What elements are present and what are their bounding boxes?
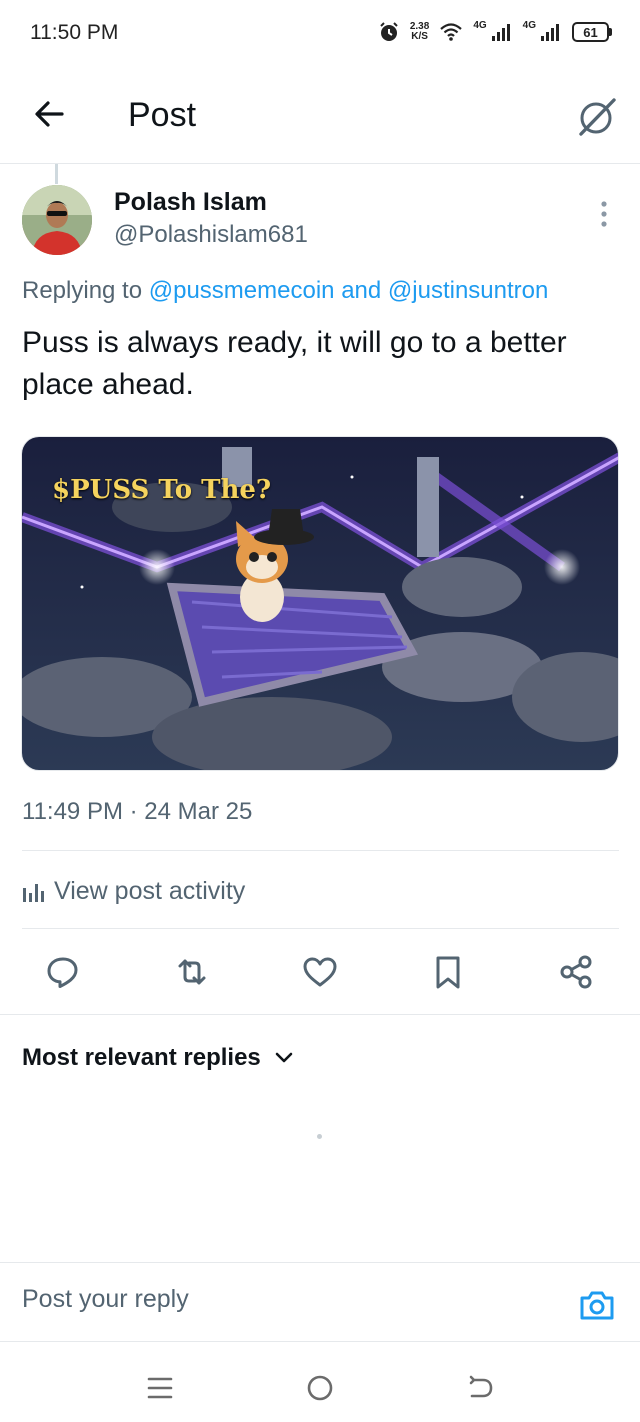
header: Post — [0, 64, 640, 164]
repost-button[interactable] — [174, 954, 210, 990]
alarm-icon — [380, 22, 398, 41]
signal-2-icon — [541, 24, 559, 41]
reply-composer — [0, 1262, 640, 1342]
share-button[interactable] — [558, 954, 594, 990]
replying-to: Replying to @pussmemecoin and @justinsun… — [22, 277, 548, 305]
net-speed-unit: K/S — [411, 31, 428, 42]
status-bar: 11:50 PM 2.38 K/S 4G 4G 61 — [0, 0, 640, 64]
post-timestamp: 11:49 PM · 24 Mar 25 — [22, 798, 253, 825]
mention-link-1[interactable]: @pussmemecoin — [149, 277, 335, 304]
avatar[interactable] — [22, 185, 92, 255]
menu-icon — [147, 1377, 173, 1399]
home-button[interactable] — [304, 1372, 336, 1404]
status-icons: 2.38 K/S 4G 4G 61 — [378, 18, 612, 46]
bar-chart-icon — [23, 884, 44, 902]
post-image[interactable]: $PUSS To The? — [21, 436, 619, 771]
mention-link-2[interactable]: @justinsuntron — [388, 277, 548, 304]
reply-button[interactable] — [45, 954, 81, 990]
status-time: 11:50 PM — [30, 21, 119, 44]
activity-label: View post activity — [54, 876, 246, 905]
media-caption: $PUSS To The? — [52, 475, 272, 505]
replies-sort-label: Most relevant replies — [22, 1044, 261, 1071]
bookmark-icon — [436, 956, 460, 989]
repost-icon — [178, 959, 206, 985]
signal-1-icon — [491, 24, 510, 41]
view-post-activity-link[interactable]: View post activity — [22, 874, 245, 908]
wifi-icon — [440, 23, 463, 41]
recents-button[interactable] — [144, 1372, 176, 1404]
divider — [22, 928, 619, 929]
grok-slash-icon — [579, 98, 616, 136]
arrow-left-icon — [35, 101, 64, 127]
signal-1-tag: 4G — [473, 19, 487, 31]
heart-icon — [303, 957, 337, 987]
home-circle-icon — [307, 1375, 333, 1401]
net-speed: 2.38 K/S — [410, 22, 429, 42]
back-button[interactable] — [30, 94, 70, 134]
divider — [22, 850, 619, 851]
battery-icon: 61 — [572, 22, 612, 42]
page-title: Post — [128, 96, 197, 134]
more-vertical-icon — [601, 201, 607, 227]
loading-indicator — [317, 1134, 322, 1139]
battery-level: 61 — [583, 24, 598, 40]
post-text: Puss is always ready, it will go to a be… — [22, 326, 567, 401]
author-name[interactable]: Polash Islam — [114, 188, 267, 217]
more-options-button[interactable] — [594, 198, 614, 230]
chevron-down-icon — [275, 1052, 293, 1063]
share-icon — [560, 955, 592, 989]
reply-icon — [47, 957, 78, 988]
system-back-button[interactable] — [464, 1372, 496, 1404]
camera-icon — [580, 1291, 614, 1320]
divider — [0, 1014, 640, 1015]
back-icon — [469, 1375, 493, 1398]
grok-button[interactable] — [574, 94, 620, 140]
bookmark-button[interactable] — [430, 954, 466, 990]
like-button[interactable] — [302, 954, 338, 990]
thread-line — [55, 164, 58, 184]
replies-sort-dropdown[interactable]: Most relevant replies — [22, 1040, 293, 1076]
signal-2-tag: 4G — [522, 19, 536, 31]
camera-button[interactable] — [578, 1287, 616, 1325]
action-bar — [0, 948, 640, 996]
replying-prefix: Replying to — [22, 277, 143, 304]
system-nav-bar — [0, 1352, 640, 1422]
reply-input[interactable] — [22, 1285, 542, 1314]
replying-and: and — [341, 277, 382, 304]
avatar-image — [22, 185, 92, 255]
author-handle[interactable]: @Polashislam681 — [114, 221, 308, 249]
